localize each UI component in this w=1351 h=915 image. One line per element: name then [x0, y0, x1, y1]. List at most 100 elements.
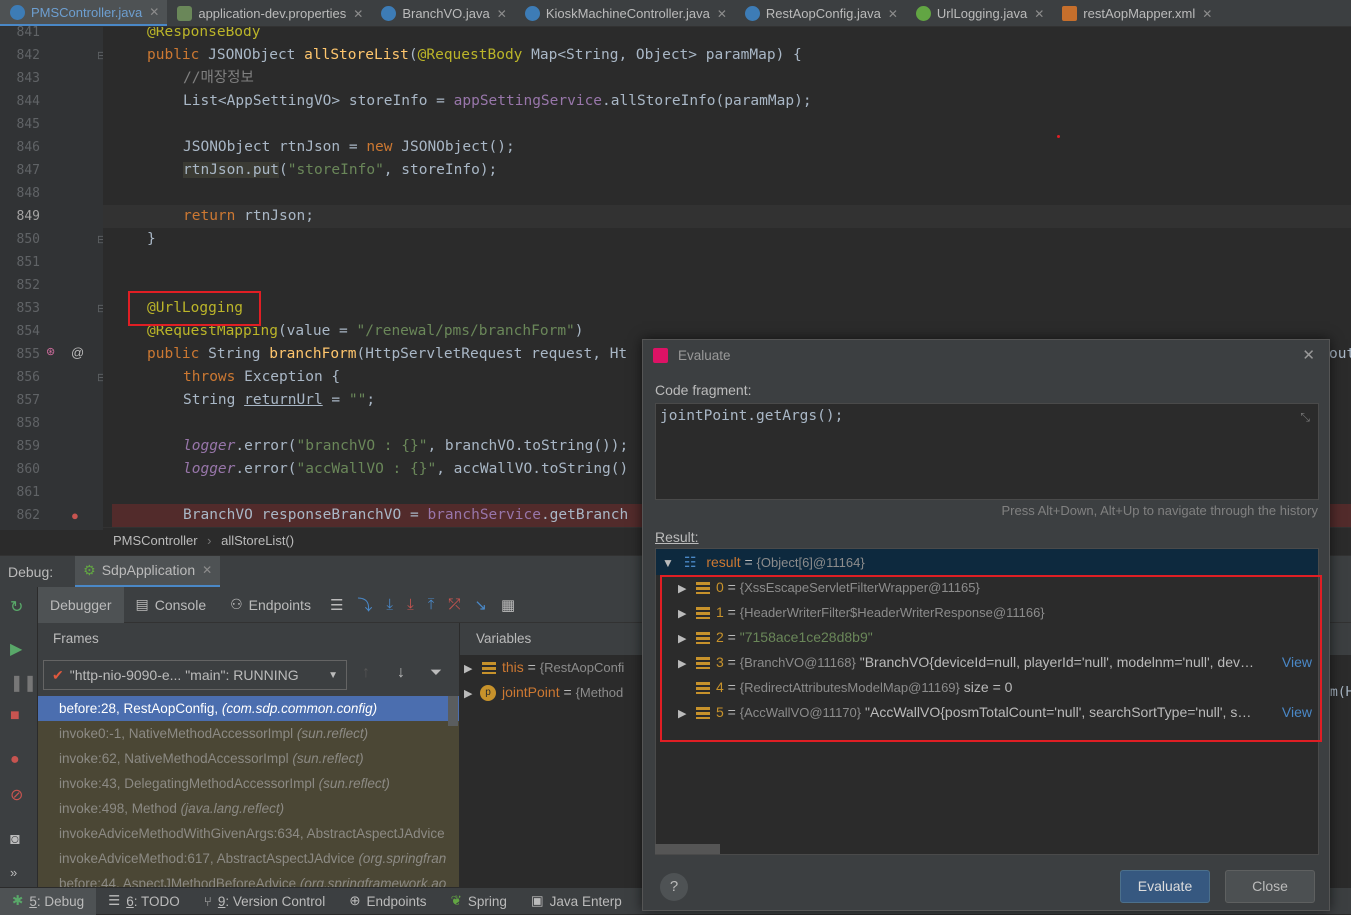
variable-eq: =	[559, 684, 576, 700]
code-token: branchForm	[269, 346, 357, 362]
resume-icon[interactable]: ▶	[10, 639, 22, 659]
frames-scrollbar[interactable]	[448, 696, 458, 726]
mapping-icon[interactable]: ⊛	[46, 345, 55, 358]
tab-label: Endpoints	[248, 596, 311, 613]
tab-restaopconfig[interactable]: RestAopConfig.java ✕	[735, 0, 906, 26]
step-out-icon[interactable]: ⤒	[428, 596, 435, 613]
annotation-marker-icon[interactable]: @	[71, 345, 84, 360]
frame-row[interactable]: invokeAdviceMethodWithGivenArgs:634, Abs…	[38, 821, 459, 846]
help-button[interactable]: ?	[660, 873, 688, 901]
line-number: 854	[16, 324, 40, 339]
expand-arrow-icon[interactable]: ▶	[464, 682, 478, 707]
close-icon[interactable]: ✕	[888, 7, 898, 21]
tab-kioskmachinecontroller[interactable]: KioskMachineController.java ✕	[515, 0, 735, 26]
thread-dropdown[interactable]: ✔ "http-nio-9090-e... "main": RUNNING ▼	[43, 660, 347, 690]
tab-debugger[interactable]: Debugger	[38, 586, 124, 623]
close-button[interactable]: Close	[1225, 870, 1315, 903]
code-token: "/renewal/pms/branchForm"	[356, 323, 575, 339]
evaluate-expression-icon[interactable]: ▦	[501, 596, 515, 614]
line-number: 853	[16, 301, 40, 316]
result-root-row[interactable]: ▼ ☷ result = {Object[6]@11164}	[656, 549, 1318, 575]
tab-application-dev-properties[interactable]: application-dev.properties ✕	[167, 0, 371, 26]
tab-branchvo[interactable]: BranchVO.java ✕	[371, 0, 515, 26]
vcs-icon: ⑂	[203, 893, 212, 909]
toolwindow-endpoints[interactable]: ⊕ Endpoints	[337, 888, 438, 915]
more-icon[interactable]: »	[10, 865, 17, 880]
step-over-icon[interactable]: ⤓	[386, 596, 393, 613]
toolwindow-todo[interactable]: ☰ 6: TODO	[96, 888, 192, 915]
camera-icon[interactable]: ◙	[10, 831, 20, 849]
drop-frame-icon[interactable]: ⤱	[448, 596, 460, 613]
editor-gutter[interactable]: 841 842 843 844 845 846 847 848 849 850 …	[0, 25, 106, 530]
toolwindow-version-control[interactable]: ⑂ 9: Version Control	[192, 888, 337, 915]
arrow-up-icon[interactable]: ↑	[362, 664, 370, 682]
collapse-arrow-icon[interactable]: ▼	[662, 550, 676, 576]
breadcrumb-method[interactable]: allStoreList()	[221, 533, 294, 548]
result-name: result	[706, 554, 741, 570]
frame-row[interactable]: before:28, RestAopConfig, (com.sdp.commo…	[38, 696, 459, 721]
code-token: public	[147, 346, 209, 362]
frames-header: Frames	[38, 623, 459, 655]
class-icon	[524, 6, 540, 21]
arrow-down-icon[interactable]: ↓	[397, 664, 405, 682]
toolwindow-java-enterprise[interactable]: ▣ Java Enterp	[519, 888, 634, 915]
close-icon[interactable]: ✕	[717, 7, 727, 21]
code-token: .allStoreInfo(paramMap);	[602, 93, 812, 109]
code-line-850: }	[103, 228, 1351, 251]
line-number: 852	[16, 278, 40, 293]
mute-breakpoints-icon[interactable]: ⊘	[10, 785, 23, 805]
tab-console[interactable]: ▤ Console	[124, 587, 219, 623]
breakpoint-icon[interactable]: ●	[71, 508, 79, 523]
frame-row[interactable]: before:44, AspectJMethodBeforeAdvice (or…	[38, 871, 459, 887]
annotation-icon	[915, 6, 931, 21]
step-into-icon[interactable]: ⤓	[407, 596, 414, 613]
toolwindow-label: Spring	[467, 893, 507, 909]
code-line-846: JSONObject rtnJson = new JSONObject();	[103, 136, 1351, 159]
show-execution-point-icon[interactable]: ⤵	[357, 594, 372, 615]
tab-label: RestAopConfig.java	[765, 6, 881, 21]
frame-row[interactable]: invoke:498, Method (java.lang.reflect)	[38, 796, 459, 821]
close-icon[interactable]: ✕	[1034, 7, 1044, 21]
close-icon[interactable]: ✕	[1202, 7, 1212, 21]
breadcrumb-class[interactable]: PMSController	[113, 533, 198, 548]
close-icon[interactable]: ✕	[353, 7, 363, 21]
shortcut-number: 5	[29, 893, 37, 909]
stop-icon[interactable]: ■	[10, 707, 20, 725]
horizontal-scrollbar[interactable]	[655, 844, 720, 854]
filter-icon[interactable]: ⏷	[430, 664, 442, 681]
tab-restaopmapper[interactable]: restAopMapper.xml ✕	[1052, 0, 1220, 26]
close-icon[interactable]: ✕	[1302, 340, 1315, 372]
line-number: 861	[16, 485, 40, 500]
pause-icon[interactable]: ❚❚	[10, 673, 37, 693]
code-token: JSONObject();	[401, 139, 515, 155]
expand-arrow-icon[interactable]: ▶	[464, 657, 478, 682]
thread-label: "http-nio-9090-e... "main": RUNNING	[69, 667, 299, 683]
rerun-icon[interactable]: ↻	[10, 597, 23, 617]
evaluate-button[interactable]: Evaluate	[1120, 870, 1210, 903]
toolwindow-label: Java Enterp	[549, 893, 622, 909]
close-icon[interactable]: ✕	[149, 5, 159, 19]
toolwindow-spring[interactable]: ❦ Spring	[439, 888, 519, 915]
frame-row[interactable]: invokeAdviceMethod:617, AbstractAspectJA…	[38, 846, 459, 871]
dialog-title-bar[interactable]: Evaluate ✕	[643, 340, 1329, 372]
frame-row[interactable]: invoke:62, NativeMethodAccessorImpl (sun…	[38, 746, 459, 771]
view-breakpoints-icon[interactable]: ●	[10, 751, 20, 769]
tab-label: Debugger	[50, 596, 112, 613]
frame-row[interactable]: invoke0:-1, NativeMethodAccessorImpl (su…	[38, 721, 459, 746]
close-icon[interactable]: ✕	[497, 7, 507, 21]
tab-urllogging[interactable]: UrlLogging.java ✕	[906, 0, 1052, 26]
line-number: 846	[16, 140, 40, 155]
expand-icon[interactable]: ⤡	[1300, 410, 1310, 425]
code-token: (HttpServletRequest request, Ht	[356, 346, 628, 362]
tab-endpoints[interactable]: ⚇ Endpoints	[218, 587, 323, 623]
code-fragment-input[interactable]: jointPoint.getArgs(); ⤡	[655, 403, 1319, 500]
toolwindow-debug[interactable]: ✱ 5: Debug	[0, 887, 97, 915]
debug-session-tab[interactable]: ⚙ SdpApplication ✕	[75, 555, 221, 588]
menu-icon[interactable]: ☰	[330, 596, 343, 614]
run-to-cursor-icon[interactable]: ↘	[474, 596, 487, 614]
endpoints-icon: ⚇	[230, 596, 243, 612]
shortcut-number: 9	[217, 893, 226, 909]
code-token: return	[183, 208, 245, 224]
close-icon[interactable]: ✕	[202, 563, 212, 577]
frame-row[interactable]: invoke:43, DelegatingMethodAccessorImpl …	[38, 771, 459, 796]
